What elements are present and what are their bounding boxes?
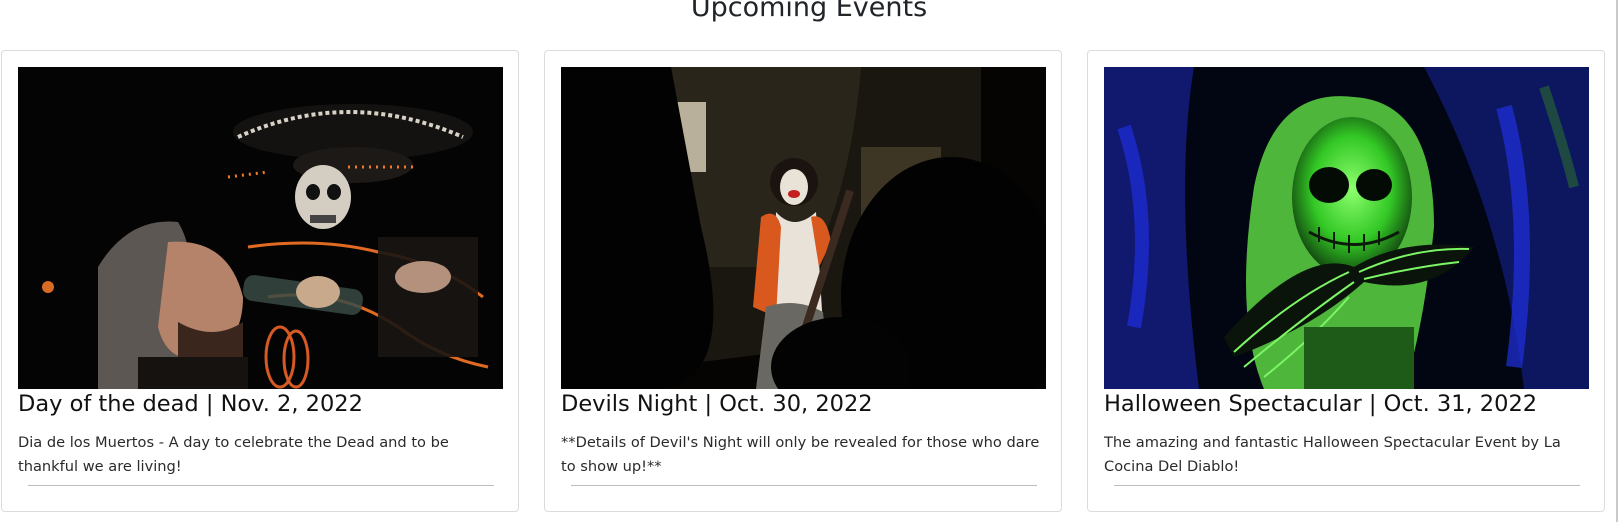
clown-photo-icon [561,67,1046,389]
event-image [561,67,1046,389]
event-card-devils-night[interactable]: Devils Night | Oct. 30, 2022 **Details o… [544,50,1062,512]
event-title: Devils Night | Oct. 30, 2022 [561,391,873,417]
event-title: Day of the dead | Nov. 2, 2022 [18,391,363,417]
card-divider [571,485,1037,486]
event-image [18,67,503,389]
page-title: Upcoming Events [690,0,928,23]
card-divider [1114,485,1580,486]
card-divider [28,485,494,486]
green-skull-photo-icon [1104,67,1589,389]
skeleton-mariachi-photo-icon [18,67,503,389]
event-card-day-of-the-dead[interactable]: Day of the dead | Nov. 2, 2022 Dia de lo… [1,50,519,512]
event-title: Halloween Spectacular | Oct. 31, 2022 [1104,391,1538,417]
event-description: Dia de los Muertos - A day to celebrate … [18,434,449,475]
event-description: The amazing and fantastic Halloween Spec… [1104,434,1561,475]
event-image [1104,67,1589,389]
event-description: **Details of Devil's Night will only be … [561,434,1040,475]
event-card-halloween-spectacular[interactable]: Halloween Spectacular | Oct. 31, 2022 Th… [1087,50,1605,512]
